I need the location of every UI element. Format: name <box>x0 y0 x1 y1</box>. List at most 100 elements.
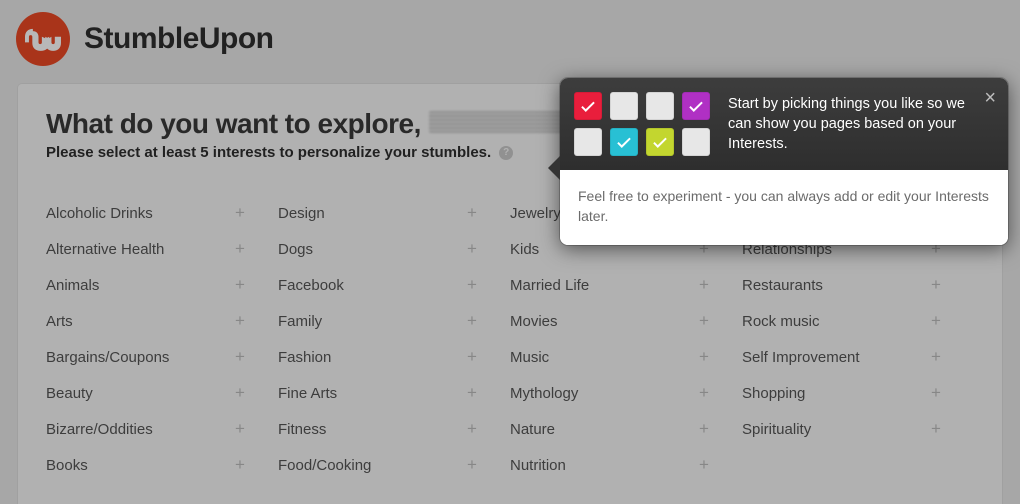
interest-item[interactable]: Movies + <box>510 303 742 339</box>
interest-label: Animals <box>46 277 99 294</box>
tile-empty-icon <box>610 92 638 120</box>
interest-label: Alcoholic Drinks <box>46 205 153 222</box>
interest-item[interactable]: Fashion + <box>278 339 510 375</box>
interest-item[interactable]: Arts+ <box>46 303 278 339</box>
interest-label: Kids <box>510 241 539 258</box>
interest-label: Fashion <box>278 349 331 366</box>
header: StumbleUpon <box>0 0 1020 84</box>
tooltip-arrow-icon <box>548 156 560 180</box>
plus-icon: + <box>696 455 712 475</box>
help-icon[interactable]: ? <box>499 146 513 160</box>
interest-label: Nutrition <box>510 457 566 474</box>
plus-icon: + <box>696 311 712 331</box>
stumbleupon-logo-icon <box>16 12 70 66</box>
interest-label: Nature <box>510 421 555 438</box>
interest-item[interactable]: Nature + <box>510 411 742 447</box>
tile-checked-icon <box>610 128 638 156</box>
plus-icon: + <box>696 383 712 403</box>
interest-label: Bizarre/Oddities <box>46 421 153 438</box>
plus-icon: + <box>928 419 944 439</box>
plus-icon: + <box>696 419 712 439</box>
interest-item[interactable]: Bargains/Coupons + <box>46 339 278 375</box>
interest-item[interactable]: Dogs + <box>278 231 510 267</box>
tile-empty-icon <box>646 92 674 120</box>
plus-icon: + <box>232 455 248 475</box>
interest-item[interactable]: Restaurants + <box>742 267 974 303</box>
interest-item[interactable]: Alcoholic Drinks + <box>46 195 278 231</box>
interest-label: Restaurants <box>742 277 823 294</box>
interest-label: Dogs <box>278 241 313 258</box>
interest-item[interactable]: Music + <box>510 339 742 375</box>
interest-item[interactable]: Spirituality + <box>742 411 974 447</box>
interest-label: Rock music <box>742 313 820 330</box>
page-heading: What do you want to explore, <box>46 108 421 140</box>
tooltip-header: Start by picking things you like so we c… <box>560 78 1008 170</box>
interest-label: Alternative Health <box>46 241 164 258</box>
interest-item[interactable]: Bizarre/Oddities+ <box>46 411 278 447</box>
page-subheading: Please select at least 5 interests to pe… <box>46 144 491 161</box>
interest-label: Music <box>510 349 549 366</box>
interest-label: Facebook <box>278 277 344 294</box>
plus-icon: + <box>928 311 944 331</box>
interest-item[interactable]: Mythology + <box>510 375 742 411</box>
plus-icon: + <box>464 383 480 403</box>
interest-label: Jewelry <box>510 205 561 222</box>
interest-label: Married Life <box>510 277 589 294</box>
interest-item[interactable]: Food/Cooking + <box>278 447 510 483</box>
plus-icon: + <box>232 383 248 403</box>
interest-item[interactable]: Family + <box>278 303 510 339</box>
interest-label: Books <box>46 457 88 474</box>
tile-checked-icon <box>682 92 710 120</box>
plus-icon: + <box>464 455 480 475</box>
tile-empty-icon <box>682 128 710 156</box>
plus-icon: + <box>696 275 712 295</box>
interest-label: Fine Arts <box>278 385 337 402</box>
interest-label: Design <box>278 205 325 222</box>
plus-icon: + <box>232 275 248 295</box>
tile-checked-icon <box>574 92 602 120</box>
plus-icon: + <box>696 347 712 367</box>
plus-icon: + <box>464 347 480 367</box>
plus-icon: + <box>232 203 248 223</box>
interest-label: Shopping <box>742 385 805 402</box>
tile-empty-icon <box>574 128 602 156</box>
interest-label: Food/Cooking <box>278 457 371 474</box>
interest-label: Movies <box>510 313 558 330</box>
plus-icon: + <box>464 419 480 439</box>
plus-icon: + <box>464 311 480 331</box>
plus-icon: + <box>464 239 480 259</box>
plus-icon: + <box>232 347 248 367</box>
interest-item[interactable]: Shopping+ <box>742 375 974 411</box>
interest-item[interactable]: Self Improvement+ <box>742 339 974 375</box>
interest-label: Self Improvement <box>742 349 860 366</box>
plus-icon: + <box>928 275 944 295</box>
interest-col-2: Design+Dogs+Facebook+Family+Fashion+Fine… <box>278 195 510 483</box>
interest-item[interactable]: Nutrition + <box>510 447 742 483</box>
interest-item[interactable]: Alternative Health + <box>46 231 278 267</box>
tile-grid <box>574 92 710 156</box>
interest-item[interactable]: Rock music + <box>742 303 974 339</box>
interest-col-1: Alcoholic Drinks+Alternative Health+Anim… <box>46 195 278 483</box>
interest-item[interactable]: Facebook + <box>278 267 510 303</box>
interest-label: Beauty <box>46 385 93 402</box>
interest-item[interactable]: Fine Arts + <box>278 375 510 411</box>
brand-name: StumbleUpon <box>84 22 274 56</box>
plus-icon: + <box>464 275 480 295</box>
interest-item[interactable]: Animals + <box>46 267 278 303</box>
interest-label: Mythology <box>510 385 578 402</box>
interest-item[interactable]: Fitness + <box>278 411 510 447</box>
interest-item[interactable]: Married Life + <box>510 267 742 303</box>
interest-label: Spirituality <box>742 421 811 438</box>
tooltip-primary-text: Start by picking things you like so we c… <box>728 94 966 155</box>
interest-item[interactable]: Beauty + <box>46 375 278 411</box>
interest-label: Fitness <box>278 421 326 438</box>
interest-label: Bargains/Coupons <box>46 349 169 366</box>
interest-item[interactable]: Design + <box>278 195 510 231</box>
interest-label: Family <box>278 313 322 330</box>
tooltip-secondary-text: Feel free to experiment - you can always… <box>560 170 1008 245</box>
plus-icon: + <box>232 239 248 259</box>
plus-icon: + <box>464 203 480 223</box>
interest-item[interactable]: Books + <box>46 447 278 483</box>
close-icon[interactable]: × <box>984 88 996 108</box>
tile-checked-icon <box>646 128 674 156</box>
